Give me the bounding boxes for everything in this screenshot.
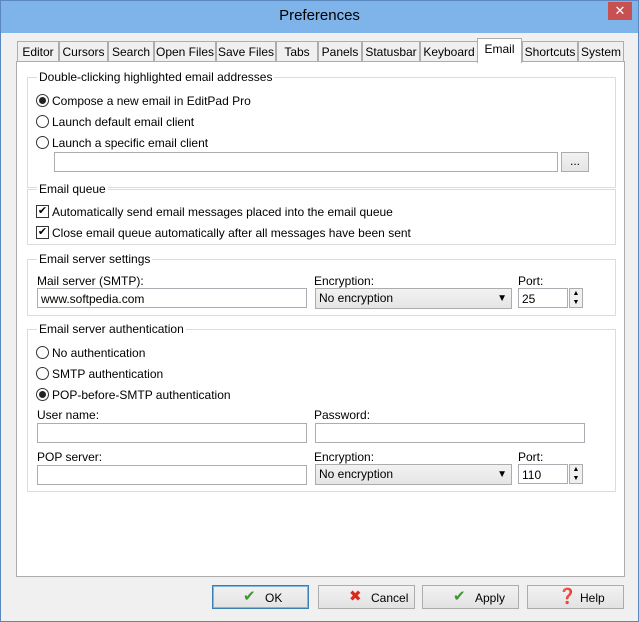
server-settings-group: Email server settings Mail server (SMTP)… — [27, 252, 616, 316]
tab-cursors[interactable]: Cursors — [59, 41, 108, 62]
pop-server-input[interactable] — [37, 465, 307, 485]
default-client-label: Launch default email client — [52, 115, 195, 129]
tab-shortcuts[interactable]: Shortcuts — [522, 41, 578, 62]
auto-send-checkbox[interactable]: ✔ — [36, 205, 49, 218]
smtp-port-spinner[interactable]: ▲ ▼ — [569, 288, 583, 308]
double-click-legend: Double-clicking highlighted email addres… — [37, 70, 275, 84]
title-bar: Preferences ✕ — [1, 1, 638, 33]
compose-email-radio[interactable] — [36, 94, 49, 107]
default-client-radio[interactable] — [36, 115, 49, 128]
checkmark-icon: ✔ — [453, 588, 466, 605]
authentication-legend: Email server authentication — [37, 322, 186, 336]
tab-email[interactable]: Email — [477, 38, 522, 63]
close-queue-checkbox[interactable]: ✔ — [36, 226, 49, 239]
username-label: User name: — [37, 408, 100, 422]
ok-button[interactable]: ✔ OK — [212, 585, 309, 609]
email-tab-panel: Double-clicking highlighted email addres… — [16, 61, 625, 577]
close-icon[interactable]: ✕ — [608, 2, 632, 20]
pop-before-smtp-radio[interactable] — [36, 388, 49, 401]
smtp-encryption-label: Encryption: — [314, 274, 375, 288]
tab-panels[interactable]: Panels — [318, 41, 362, 62]
smtp-encryption-value: No encryption — [319, 291, 394, 305]
help-icon: ❓ — [558, 588, 577, 605]
cancel-button-label: Cancel — [371, 591, 409, 605]
tab-editor[interactable]: Editor — [17, 41, 59, 62]
tab-save-files[interactable]: Save Files — [216, 41, 276, 62]
server-settings-legend: Email server settings — [37, 252, 153, 266]
preferences-window: Preferences ✕ Editor Cursors Search Open… — [0, 0, 639, 622]
password-input[interactable] — [315, 423, 585, 443]
no-auth-label: No authentication — [52, 346, 146, 360]
smtp-auth-label: SMTP authentication — [52, 367, 164, 381]
tab-tabs[interactable]: Tabs — [276, 41, 318, 62]
help-button-label: Help — [580, 591, 605, 605]
spin-up-icon[interactable]: ▲ — [570, 289, 582, 298]
smtp-port-input[interactable]: 25 — [518, 288, 568, 308]
compose-email-label: Compose a new email in EditPad Pro — [52, 94, 251, 108]
spin-down-icon[interactable]: ▼ — [570, 298, 582, 307]
email-queue-legend: Email queue — [37, 182, 108, 196]
auto-send-label: Automatically send email messages placed… — [52, 205, 393, 219]
apply-button-label: Apply — [475, 591, 506, 605]
apply-button[interactable]: ✔ Apply — [422, 585, 519, 609]
smtp-auth-radio[interactable] — [36, 367, 49, 380]
smtp-port-label: Port: — [518, 274, 544, 288]
spin-up-icon[interactable]: ▲ — [570, 465, 582, 474]
pop-port-input[interactable]: 110 — [518, 464, 568, 484]
pop-before-smtp-label: POP-before-SMTP authentication — [52, 388, 231, 402]
browse-button[interactable]: ... — [561, 152, 589, 172]
pop-port-spinner[interactable]: ▲ ▼ — [569, 464, 583, 484]
mail-server-label: Mail server (SMTP): — [37, 274, 144, 288]
chevron-down-icon: ▼ — [497, 293, 507, 304]
tab-keyboard[interactable]: Keyboard — [420, 41, 478, 62]
pop-encryption-select[interactable]: No encryption ▼ — [315, 464, 512, 485]
tab-search[interactable]: Search — [108, 41, 154, 62]
cancel-button[interactable]: ✖ Cancel — [318, 585, 415, 609]
close-queue-label: Close email queue automatically after al… — [52, 226, 411, 240]
pop-encryption-value: No encryption — [319, 467, 394, 481]
no-auth-radio[interactable] — [36, 346, 49, 359]
mail-server-input[interactable]: www.softpedia.com — [37, 288, 307, 308]
specific-client-radio[interactable] — [36, 136, 49, 149]
ok-button-label: OK — [265, 591, 283, 605]
cross-icon: ✖ — [349, 588, 362, 605]
pop-port-label: Port: — [518, 450, 544, 464]
password-label: Password: — [314, 408, 371, 422]
email-client-path-input[interactable] — [54, 152, 558, 172]
help-button[interactable]: ❓ Help — [527, 585, 624, 609]
email-queue-group: Email queue ✔ Automatically send email m… — [27, 182, 616, 245]
smtp-encryption-select[interactable]: No encryption ▼ — [315, 288, 512, 309]
tab-open-files[interactable]: Open Files — [154, 41, 216, 62]
authentication-group: Email server authentication No authentic… — [27, 322, 616, 492]
tab-statusbar[interactable]: Statusbar — [362, 41, 420, 62]
pop-encryption-label: Encryption: — [314, 450, 375, 464]
checkmark-icon: ✔ — [243, 588, 256, 605]
specific-client-label: Launch a specific email client — [52, 136, 209, 150]
double-click-group: Double-clicking highlighted email addres… — [27, 70, 616, 188]
spin-down-icon[interactable]: ▼ — [570, 474, 582, 483]
tab-system[interactable]: System — [578, 41, 624, 62]
username-input[interactable] — [37, 423, 307, 443]
window-title: Preferences — [279, 7, 360, 24]
pop-server-label: POP server: — [37, 450, 103, 464]
chevron-down-icon: ▼ — [497, 469, 507, 480]
